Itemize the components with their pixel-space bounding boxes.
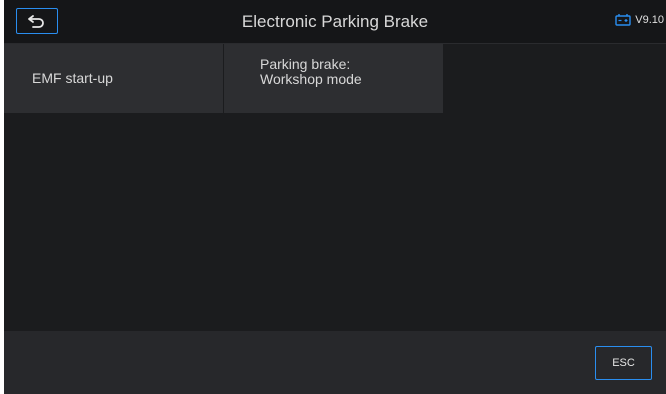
status-area: V9.10 [615, 13, 664, 26]
tile-label: Parking brake: Workshop mode [260, 55, 362, 87]
title-bar: Electronic Parking Brake V9.10 [4, 0, 666, 44]
back-button[interactable] [16, 8, 58, 34]
footer-bar: ESC [4, 331, 666, 394]
app-window: Electronic Parking Brake V9.10 EMF start… [4, 0, 666, 394]
version-label: V9.10 [635, 13, 664, 26]
esc-button[interactable]: ESC [595, 346, 652, 380]
tile-label: EMF start-up [32, 70, 113, 86]
parking-brake-workshop-mode-tile[interactable]: Parking brake: Workshop mode [224, 44, 444, 114]
back-arrow-icon [28, 15, 44, 28]
battery-icon [615, 14, 631, 26]
emf-start-up-tile[interactable]: EMF start-up [4, 44, 224, 114]
function-menu: EMF start-up Parking brake: Workshop mod… [4, 44, 444, 114]
page-title: Electronic Parking Brake [241, 12, 429, 31]
